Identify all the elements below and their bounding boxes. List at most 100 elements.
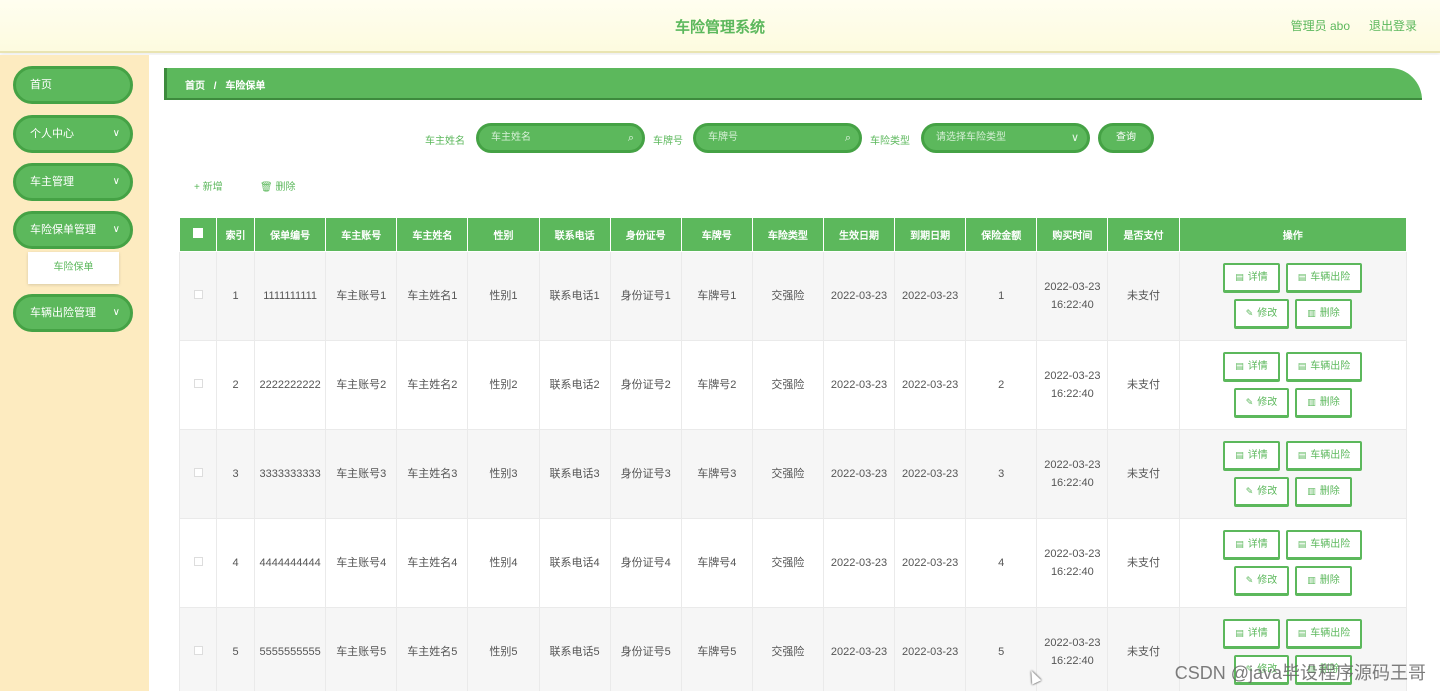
document-icon: ▤ xyxy=(1297,539,1307,549)
table-cell: 未支付 xyxy=(1107,429,1180,519)
table-cell: 身份证号3 xyxy=(609,429,682,519)
query-button[interactable]: 查询 xyxy=(1098,123,1154,153)
table-cell: 5 xyxy=(965,607,1038,691)
vehicle-claim-button[interactable]: ▤ 车辆出险 xyxy=(1285,530,1363,560)
table-cell: 5 xyxy=(216,607,256,691)
table-cell: 身份证号4 xyxy=(609,518,682,608)
column-header: 身份证号 xyxy=(609,217,682,252)
table-row: 1 1111111111 车主账号1 车主姓名1 性别1 联系电话1 身份证号1 车牌号1 交强… xyxy=(178,251,1408,341)
edit-button-label: 修改 xyxy=(1257,308,1278,319)
table-cell: 2022-03-23 16:22:40 xyxy=(1036,251,1109,341)
claim-button-label: 车辆出险 xyxy=(1310,628,1351,639)
table-header-row: 索引 保单编号 车主账号 车主姓名 性别 联系电话 身份证号 车牌号 车险类型 … xyxy=(178,217,1408,252)
detail-button[interactable]: ▤ 详情 xyxy=(1223,619,1280,649)
row-select-checkbox[interactable] xyxy=(178,607,218,691)
sidebar-item-personal-center[interactable]: 个人中心 ∨ xyxy=(13,115,133,153)
table-cell: 2022-03-23 16:22:40 xyxy=(1036,429,1109,519)
table-cell: 车主账号5 xyxy=(325,607,398,691)
vehicle-claim-button[interactable]: ▤ 车辆出险 xyxy=(1285,441,1363,471)
document-icon: ▤ xyxy=(1235,272,1244,282)
checkbox-icon xyxy=(193,228,204,238)
search-icon: ⌕ xyxy=(844,132,851,144)
claim-button-label: 车辆出险 xyxy=(1310,450,1351,461)
delete-row-button[interactable]: ▥ 删除 xyxy=(1295,299,1352,329)
delete-row-button[interactable]: ▥ 删除 xyxy=(1295,566,1352,596)
table-cell: 性别5 xyxy=(467,607,540,691)
table-cell: 身份证号5 xyxy=(609,607,682,691)
table-cell: 联系电话4 xyxy=(538,518,611,608)
edit-button[interactable]: ✎ 修改 xyxy=(1233,566,1290,596)
table-cell: 4444444444 xyxy=(254,518,327,608)
document-icon: ▤ xyxy=(1297,628,1307,638)
table-cell: 2022-03-23 xyxy=(894,340,967,430)
search-icon: ⌕ xyxy=(627,132,634,144)
table-cell: 车主姓名2 xyxy=(396,340,469,430)
logout-link[interactable]: 退出登录 xyxy=(1369,17,1417,34)
plate-label: 车牌号 xyxy=(653,136,683,147)
edit-button[interactable]: ✎ 修改 xyxy=(1233,477,1290,507)
table-cell: 联系电话3 xyxy=(538,429,611,519)
table-cell: 3333333333 xyxy=(254,429,327,519)
row-actions: ▤ 详情 ▤ 车辆出险 ✎ 修改 ▥ 删除 xyxy=(1178,251,1408,341)
select-all-checkbox[interactable] xyxy=(178,217,218,252)
vehicle-claim-button[interactable]: ▤ 车辆出险 xyxy=(1285,263,1363,293)
plate-input[interactable]: 车牌号 ⌕ xyxy=(693,123,862,153)
owner-name-input[interactable]: 车主姓名 ⌕ xyxy=(476,123,645,153)
sidebar-item-home[interactable]: 首页 xyxy=(13,66,133,104)
row-select-checkbox[interactable] xyxy=(178,429,218,519)
detail-button[interactable]: ▤ 详情 xyxy=(1223,441,1280,471)
table-cell: 车牌号3 xyxy=(680,429,753,519)
sidebar-item-label: 车辆出险管理 xyxy=(30,307,96,319)
edit-icon: ✎ xyxy=(1245,486,1254,496)
insurance-type-select[interactable]: 请选择车险类型 ∨ xyxy=(921,123,1090,153)
table-cell: 1 xyxy=(965,251,1038,341)
edit-button-label: 修改 xyxy=(1257,486,1278,497)
policy-table: 索引 保单编号 车主账号 车主姓名 性别 联系电话 身份证号 车牌号 车险类型 … xyxy=(178,217,1408,691)
row-select-checkbox[interactable] xyxy=(178,251,218,341)
edit-button[interactable]: ✎ 修改 xyxy=(1233,299,1290,329)
table-cell: 性别3 xyxy=(467,429,540,519)
vehicle-claim-button[interactable]: ▤ 车辆出险 xyxy=(1285,352,1363,382)
trash-icon: ▥ xyxy=(1307,397,1316,407)
table-cell: 1111111111 xyxy=(254,251,327,341)
document-icon: ▤ xyxy=(1297,272,1307,282)
table-cell: 车主姓名5 xyxy=(396,607,469,691)
checkbox-icon xyxy=(193,468,203,477)
batch-delete-button[interactable]: 🗑 删除 xyxy=(260,178,295,193)
detail-button[interactable]: ▤ 详情 xyxy=(1223,530,1280,560)
table-cell: 性别2 xyxy=(467,340,540,430)
sidebar-item-owner-management[interactable]: 车主管理 ∨ xyxy=(13,163,133,201)
table-cell: 2022-03-23 xyxy=(894,429,967,519)
owner-name-placeholder: 车主姓名 xyxy=(491,132,531,143)
row-select-checkbox[interactable] xyxy=(178,518,218,608)
row-select-checkbox[interactable] xyxy=(178,340,218,430)
column-header: 车险类型 xyxy=(751,217,824,252)
table-cell: 车主账号1 xyxy=(325,251,398,341)
column-header: 是否支付 xyxy=(1107,217,1180,252)
delete-row-button[interactable]: ▥ 删除 xyxy=(1295,477,1352,507)
sidebar-item-claim-management[interactable]: 车辆出险管理 ∨ xyxy=(13,294,133,332)
row-actions: ▤ 详情 ▤ 车辆出险 ✎ 修改 ▥ 删除 xyxy=(1178,429,1408,519)
sidebar-subitem-policy[interactable]: 车险保单 xyxy=(28,252,119,284)
breadcrumb-home[interactable]: 首页 xyxy=(185,81,205,92)
table-cell: 性别4 xyxy=(467,518,540,608)
edit-button[interactable]: ✎ 修改 xyxy=(1233,388,1290,418)
detail-button[interactable]: ▤ 详情 xyxy=(1223,352,1280,382)
edit-button-label: 修改 xyxy=(1257,575,1278,586)
chevron-down-icon: ∨ xyxy=(112,307,120,318)
table-cell: 4 xyxy=(216,518,256,608)
table-cell: 2022-03-23 16:22:40 xyxy=(1036,607,1109,691)
trash-icon: ▥ xyxy=(1307,486,1316,496)
checkbox-icon xyxy=(193,557,203,566)
detail-button[interactable]: ▤ 详情 xyxy=(1223,263,1280,293)
sidebar-item-policy-management[interactable]: 车险保单管理 ∨ xyxy=(13,211,133,249)
document-icon: ▤ xyxy=(1297,450,1307,460)
edit-icon: ✎ xyxy=(1245,575,1254,585)
main-content: 首页 / 车险保单 车主姓名 车主姓名 ⌕ 车牌号 车牌号 ⌕ 车险类型 请选择… xyxy=(149,55,1440,691)
add-button[interactable]: + 新增 xyxy=(194,178,223,193)
vehicle-claim-button[interactable]: ▤ 车辆出险 xyxy=(1285,619,1363,649)
chevron-down-icon: ∨ xyxy=(112,224,120,235)
delete-row-button[interactable]: ▥ 删除 xyxy=(1295,388,1352,418)
detail-button-label: 详情 xyxy=(1247,361,1268,372)
table-row: 3 3333333333 车主账号3 车主姓名3 性别3 联系电话3 身份证号3 车牌号3 交强… xyxy=(178,429,1408,519)
